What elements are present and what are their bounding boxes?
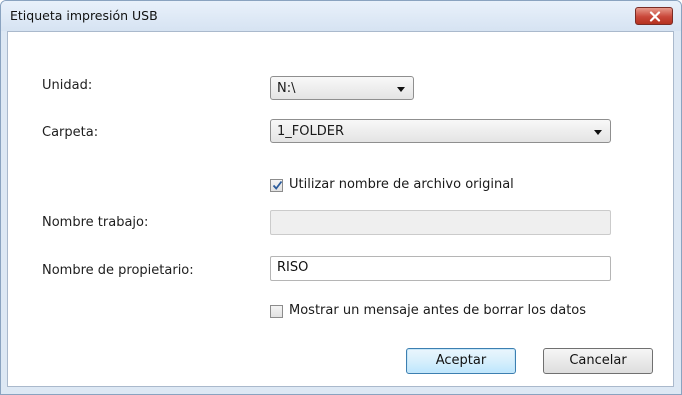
carpeta-select[interactable]: 1_FOLDER — [270, 119, 611, 143]
accept-button[interactable]: Aceptar — [406, 348, 516, 374]
close-icon — [649, 11, 661, 22]
nombre-trabajo-input[interactable] — [277, 214, 597, 229]
unidad-select[interactable]: N:\ — [270, 76, 414, 100]
dialog-body: Unidad: N:\ Carpeta: 1_FOLDER Utilizar n… — [7, 31, 674, 387]
use-original-filename-checkbox[interactable] — [270, 179, 283, 192]
close-button[interactable] — [635, 7, 673, 25]
nombre-propietario-field[interactable] — [270, 256, 611, 281]
mostrar-mensaje-label: Mostrar un mensaje antes de borrar los d… — [289, 303, 587, 318]
dialog-window: Etiqueta impresión USB Unidad: N:\ Carpe… — [0, 0, 682, 395]
chevron-down-icon — [397, 87, 405, 92]
title-bar[interactable]: Etiqueta impresión USB — [1, 1, 681, 31]
unidad-label: Unidad: — [42, 78, 93, 93]
unidad-value: N:\ — [277, 81, 296, 96]
cancel-button[interactable]: Cancelar — [543, 348, 653, 374]
nombre-trabajo-label: Nombre trabajo: — [42, 215, 149, 230]
use-original-filename-label: Utilizar nombre de archivo original — [289, 177, 514, 192]
nombre-trabajo-field[interactable] — [270, 210, 611, 235]
nombre-propietario-label: Nombre de propietario: — [42, 263, 194, 278]
check-icon — [272, 180, 283, 190]
window-title: Etiqueta impresión USB — [10, 8, 158, 23]
chevron-down-icon — [594, 130, 602, 135]
mostrar-mensaje-checkbox[interactable] — [270, 305, 283, 318]
carpeta-label: Carpeta: — [42, 125, 99, 140]
carpeta-value: 1_FOLDER — [277, 124, 344, 139]
nombre-propietario-input[interactable] — [277, 260, 597, 275]
